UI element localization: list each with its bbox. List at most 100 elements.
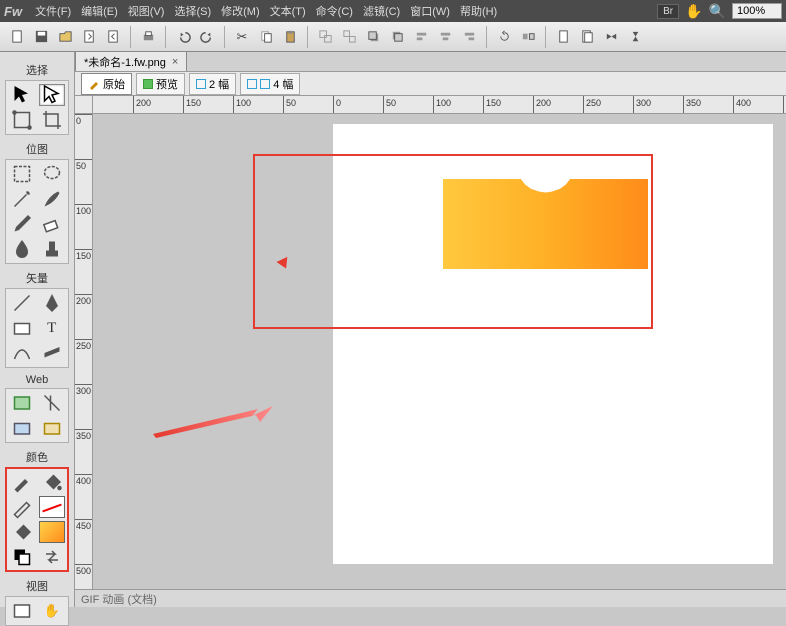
- pointer-black-tool[interactable]: [9, 84, 35, 106]
- main-toolbar: ✂: [0, 22, 786, 52]
- ruler-vertical[interactable]: 050100150200250300350400450500550: [75, 114, 93, 589]
- group-button[interactable]: [314, 26, 336, 48]
- flip-button[interactable]: [517, 26, 539, 48]
- slice-tool[interactable]: [39, 392, 65, 414]
- pencil-tool[interactable]: [9, 213, 35, 235]
- view-preview[interactable]: 预览: [136, 73, 185, 95]
- color-tools: [5, 467, 69, 572]
- view-section-label: 视图: [26, 578, 48, 594]
- brush-tool[interactable]: [39, 188, 65, 210]
- bucket-tool[interactable]: [39, 471, 65, 493]
- logo: Fw: [4, 4, 22, 19]
- close-icon[interactable]: ×: [172, 56, 178, 68]
- bitmap-tools: [5, 159, 69, 264]
- print-button[interactable]: [137, 26, 159, 48]
- bridge-button[interactable]: Br: [657, 4, 679, 19]
- swap-colors-tool[interactable]: [39, 546, 65, 568]
- stamp-tool[interactable]: [39, 238, 65, 260]
- menu-help[interactable]: 帮助(H): [455, 3, 502, 19]
- doc-tab-bar: *未命名-1.fw.png ×: [75, 52, 786, 72]
- fill-swatch[interactable]: [39, 521, 65, 543]
- view-tools: ✋: [5, 596, 69, 626]
- ruler-horizontal[interactable]: 20015010050050100150200250300350400450: [75, 96, 786, 114]
- vector-section-label: 矢量: [26, 270, 48, 286]
- eraser-tool[interactable]: [39, 213, 65, 235]
- no-stroke-swatch[interactable]: [39, 496, 65, 518]
- crop-tool[interactable]: [39, 109, 65, 131]
- default-colors-tool[interactable]: [9, 546, 35, 568]
- cut-button[interactable]: ✂: [231, 26, 253, 48]
- open-button[interactable]: [54, 26, 76, 48]
- menu-text[interactable]: 文本(T): [265, 3, 311, 19]
- color-section-label: 颜色: [26, 449, 48, 465]
- status-bar: GIF 动画 (文档): [75, 589, 786, 607]
- align-button-1[interactable]: [410, 26, 432, 48]
- align-button-3[interactable]: [458, 26, 480, 48]
- flip-v-button[interactable]: [624, 26, 646, 48]
- scale-tool[interactable]: [9, 109, 35, 131]
- bitmap-section-label: 位图: [26, 141, 48, 157]
- pen-tool[interactable]: [39, 292, 65, 314]
- menu-edit[interactable]: 编辑(E): [76, 3, 123, 19]
- menu-file[interactable]: 文件(F): [30, 3, 76, 19]
- web-tools: [5, 388, 69, 443]
- screen-mode-tool[interactable]: [9, 600, 35, 622]
- menu-modify[interactable]: 修改(M): [216, 3, 265, 19]
- menu-window[interactable]: 窗口(W): [405, 3, 455, 19]
- show-slice-tool[interactable]: [39, 417, 65, 439]
- blur-tool[interactable]: [9, 238, 35, 260]
- export-button[interactable]: [102, 26, 124, 48]
- hide-slice-tool[interactable]: [9, 417, 35, 439]
- doc-button-2[interactable]: [576, 26, 598, 48]
- annotation-rect: [253, 154, 653, 329]
- menu-cmd[interactable]: 命令(C): [311, 3, 358, 19]
- magnifier-icon[interactable]: 🔍: [709, 3, 726, 20]
- status-text: GIF 动画 (文档): [81, 591, 157, 607]
- back-button[interactable]: [386, 26, 408, 48]
- fill-color-tool[interactable]: [9, 521, 35, 543]
- menu-select[interactable]: 选择(S): [169, 3, 216, 19]
- zoom-input[interactable]: 100%: [732, 3, 782, 19]
- eyedropper-stroke-tool[interactable]: [9, 471, 35, 493]
- view-original[interactable]: 原始: [81, 73, 132, 95]
- rect-tool[interactable]: [9, 317, 35, 339]
- save-button[interactable]: [30, 26, 52, 48]
- knife-tool[interactable]: [39, 342, 65, 364]
- line-tool[interactable]: [9, 292, 35, 314]
- doc-tab-label: *未命名-1.fw.png: [84, 54, 166, 70]
- hotspot-tool[interactable]: [9, 392, 35, 414]
- web-section-label: Web: [26, 374, 48, 386]
- align-button-2[interactable]: [434, 26, 456, 48]
- paste-button[interactable]: [279, 26, 301, 48]
- ungroup-button[interactable]: [338, 26, 360, 48]
- undo-button[interactable]: [172, 26, 194, 48]
- doc-tab[interactable]: *未命名-1.fw.png ×: [75, 51, 187, 71]
- pointer-white-tool[interactable]: [39, 84, 65, 106]
- marquee-tool[interactable]: [9, 163, 35, 185]
- select-section-label: 选择: [26, 62, 48, 78]
- stroke-color-tool[interactable]: [9, 496, 35, 518]
- import-button[interactable]: [78, 26, 100, 48]
- doc-button-1[interactable]: [552, 26, 574, 48]
- view-2up[interactable]: 2 幅: [189, 73, 236, 95]
- text-tool[interactable]: T: [39, 317, 65, 339]
- vector-tools: T: [5, 288, 69, 368]
- copy-button[interactable]: [255, 26, 277, 48]
- front-button[interactable]: [362, 26, 384, 48]
- lasso-tool[interactable]: [39, 163, 65, 185]
- new-button[interactable]: [6, 26, 28, 48]
- tools-panel: 选择 位图 矢量 T Web: [0, 52, 75, 607]
- rotate-button[interactable]: [493, 26, 515, 48]
- wand-tool[interactable]: [9, 188, 35, 210]
- select-tools: [5, 80, 69, 135]
- flip-h-button[interactable]: [600, 26, 622, 48]
- freeform-tool[interactable]: [9, 342, 35, 364]
- view-4up[interactable]: 4 幅: [240, 73, 300, 95]
- menu-view[interactable]: 视图(V): [123, 3, 170, 19]
- hand-icon[interactable]: ✋: [685, 3, 702, 20]
- menu-filter[interactable]: 滤镜(C): [358, 3, 405, 19]
- annotation-arrow: [148, 404, 278, 449]
- hand-tool[interactable]: ✋: [39, 600, 65, 622]
- stage[interactable]: [93, 114, 786, 589]
- redo-button[interactable]: [196, 26, 218, 48]
